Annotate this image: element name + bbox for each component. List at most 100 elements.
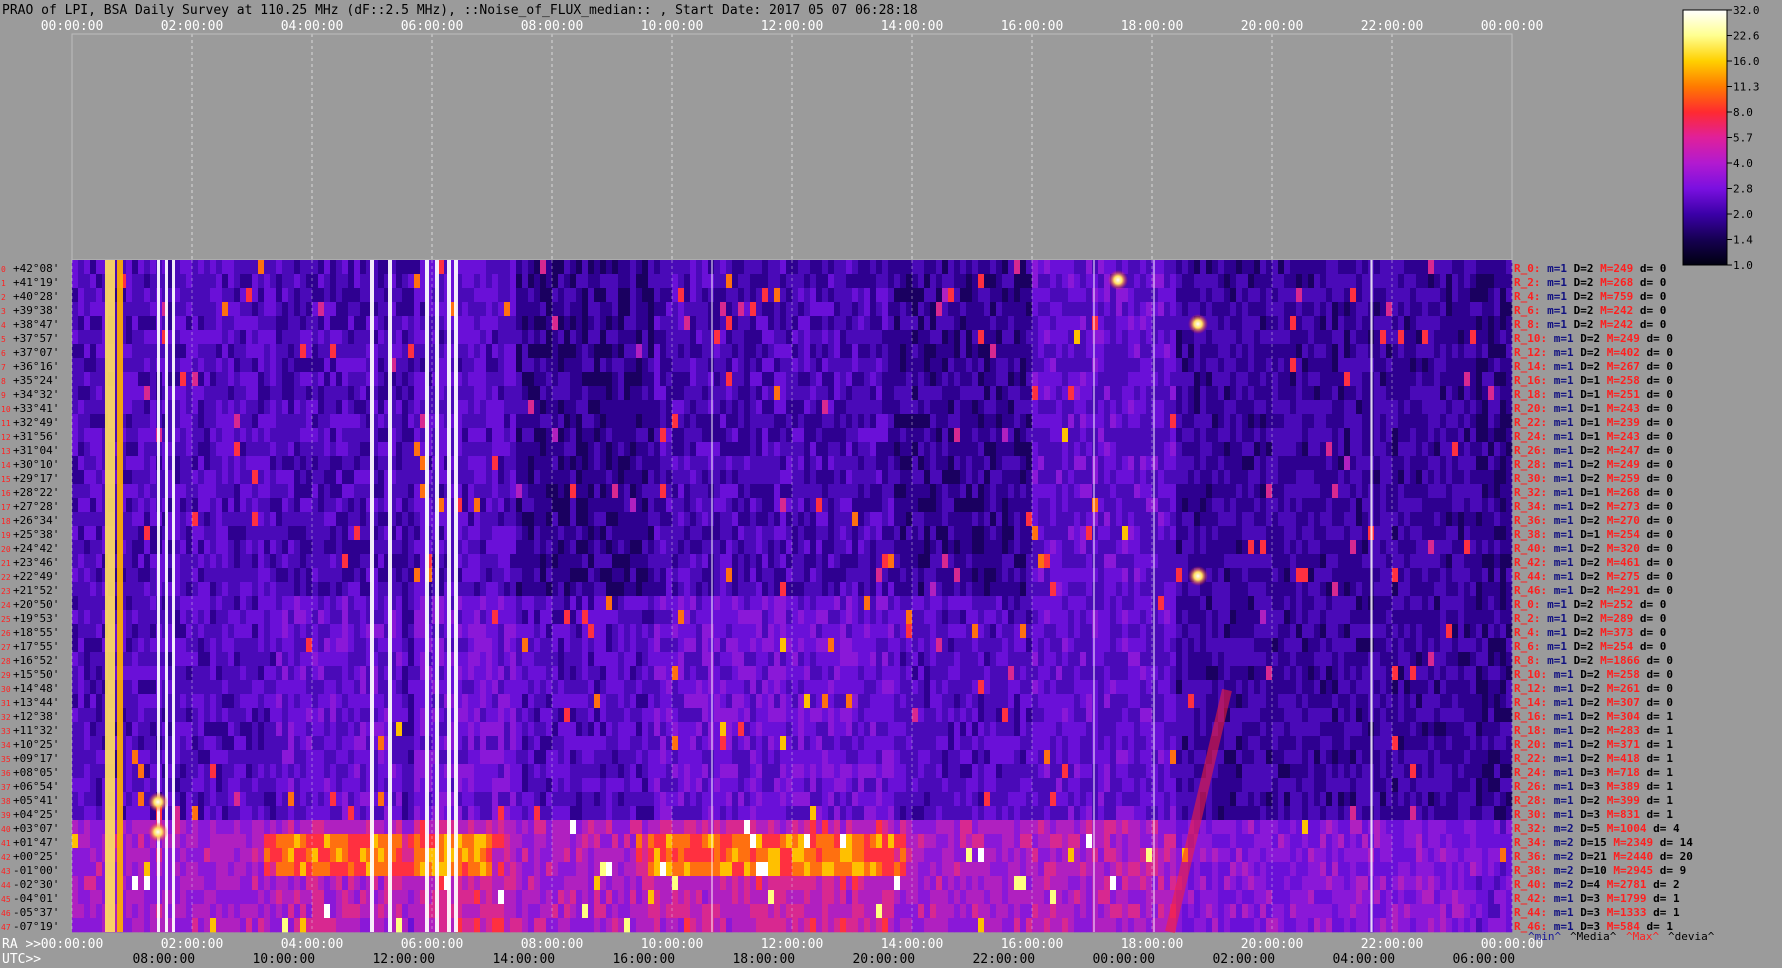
heatmap-cell	[1392, 456, 1399, 471]
heatmap-cell	[1062, 302, 1069, 317]
heatmap-cell	[1338, 400, 1345, 415]
heatmap-cell	[288, 526, 295, 541]
heatmap-cell	[1044, 386, 1051, 401]
heatmap-cell	[1278, 484, 1285, 499]
heatmap-cell	[1182, 400, 1189, 415]
heatmap-cell	[216, 512, 223, 527]
heatmap-cell	[822, 540, 829, 555]
heatmap-cell	[96, 428, 103, 443]
heatmap-cell	[1122, 386, 1129, 401]
heatmap-cell	[660, 274, 667, 289]
heatmap-cell	[672, 526, 679, 541]
heatmap-cell	[414, 316, 421, 331]
heatmap-cell	[546, 358, 553, 373]
heatmap-cell	[204, 260, 211, 275]
heatmap-cell	[84, 470, 91, 485]
heatmap-cell	[858, 344, 865, 359]
heatmap-cell	[498, 288, 505, 303]
heatmap-cell	[666, 372, 673, 387]
heatmap-cell	[894, 484, 901, 499]
heatmap-cell	[990, 274, 997, 289]
heatmap-cell	[468, 484, 475, 499]
heatmap-cell	[1104, 456, 1111, 471]
heatmap-cell	[1092, 330, 1099, 345]
heatmap-cell	[516, 498, 523, 513]
heatmap-cell	[1068, 330, 1075, 345]
heatmap-cell	[750, 414, 757, 429]
heatmap-cell	[756, 316, 763, 331]
heatmap-cell	[84, 372, 91, 387]
heatmap-cell	[300, 372, 307, 387]
heatmap-cell	[660, 386, 667, 401]
heatmap-cell	[972, 316, 979, 331]
heatmap-cell	[216, 260, 223, 275]
heatmap-cell	[810, 400, 817, 415]
heatmap-cell	[636, 428, 643, 443]
heatmap-cell	[1158, 428, 1165, 443]
heatmap-cell	[546, 456, 553, 471]
heatmap-cell	[90, 400, 97, 415]
heatmap-cell	[726, 260, 733, 275]
heatmap-cell	[912, 344, 919, 359]
survey-figure: PRAO of LPI, BSA Daily Survey at 110.25 …	[1, 3, 1760, 967]
heatmap-cell	[954, 456, 961, 471]
heatmap-cell	[972, 498, 979, 513]
heatmap-cell	[1050, 302, 1057, 317]
heatmap-cell	[1116, 512, 1123, 527]
heatmap-cell	[378, 428, 385, 443]
heatmap-cell	[1200, 288, 1207, 303]
heatmap-cell	[138, 288, 145, 303]
heatmap-cell	[246, 512, 253, 527]
heatmap-cell	[1068, 484, 1075, 499]
heatmap-cell	[150, 386, 157, 401]
heatmap-cell	[1380, 344, 1387, 359]
heatmap-cell	[1398, 372, 1405, 387]
heatmap-cell	[1242, 316, 1249, 331]
heatmap-cell	[1098, 456, 1105, 471]
heatmap-cell	[840, 428, 847, 443]
heatmap-cell	[1464, 274, 1471, 289]
heatmap-cell	[360, 400, 367, 415]
heatmap-cell	[1476, 428, 1483, 443]
heatmap-cell	[918, 316, 925, 331]
heatmap-cell	[594, 372, 601, 387]
heatmap-cell	[1188, 358, 1195, 373]
heatmap-cell	[1020, 484, 1027, 499]
heatmap-cell	[564, 498, 571, 513]
heatmap-cell	[966, 302, 973, 317]
heatmap-cell	[1044, 512, 1051, 527]
heatmap-cell	[1392, 498, 1399, 513]
heatmap-cell	[228, 456, 235, 471]
heatmap-cell	[792, 512, 799, 527]
heatmap-cell	[732, 344, 739, 359]
heatmap-cell	[756, 512, 763, 527]
heatmap-cell	[624, 456, 631, 471]
heatmap-cell	[786, 456, 793, 471]
heatmap-cell	[810, 470, 817, 485]
heatmap-cell	[492, 386, 499, 401]
heatmap-cell	[738, 400, 745, 415]
heatmap-cell	[834, 330, 841, 345]
heatmap-cell	[270, 442, 277, 457]
heatmap-cell	[522, 512, 529, 527]
heatmap-cell	[804, 540, 811, 555]
heatmap-cell	[1506, 470, 1513, 485]
heatmap-cell	[666, 330, 673, 345]
heatmap-cell	[1362, 372, 1369, 387]
heatmap-cell	[1212, 400, 1219, 415]
heatmap-cell	[1314, 316, 1321, 331]
heatmap-cell	[654, 498, 661, 513]
heatmap-cell	[480, 330, 487, 345]
heatmap-cell	[1314, 400, 1321, 415]
heatmap-cell	[636, 260, 643, 275]
heatmap-cell	[690, 414, 697, 429]
heatmap-cell	[558, 358, 565, 373]
heatmap-cell	[606, 274, 613, 289]
heatmap-cell	[1404, 400, 1411, 415]
heatmap-cell	[876, 442, 883, 457]
heatmap-cell	[810, 386, 817, 401]
heatmap-cell	[840, 470, 847, 485]
heatmap-cell	[1314, 302, 1321, 317]
heatmap-cell	[858, 274, 865, 289]
heatmap-cell	[1038, 428, 1045, 443]
